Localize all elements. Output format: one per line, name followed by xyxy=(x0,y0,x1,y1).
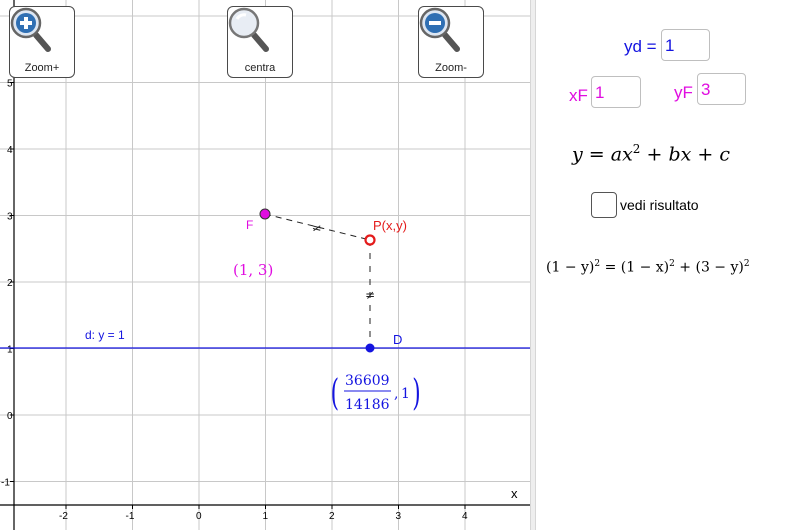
zoom-in-label: Zoom+ xyxy=(24,62,60,74)
yd-input[interactable]: 1 xyxy=(661,29,710,61)
focus-coords: (1, 3) xyxy=(233,261,273,279)
y-tick-label: 1 xyxy=(7,345,13,356)
point-label: P(x,y) xyxy=(373,218,407,233)
y-tick-label: 3 xyxy=(7,212,13,223)
right-panel: yd = 1 xF 1 yF 3 y = ax2 + bx + c vedi r… xyxy=(536,0,809,530)
directrix-point[interactable] xyxy=(365,343,375,353)
directrix-point-coords: ( 36609 14186 , 1 ) xyxy=(331,371,421,413)
fraction-denominator: 14186 xyxy=(345,397,390,413)
y-tick-label: 2 xyxy=(7,278,13,289)
x-tick-label: 1 xyxy=(263,511,269,522)
directrix-label: d: y = 1 xyxy=(85,328,125,342)
x-tick-label: 2 xyxy=(329,511,335,522)
segment-fp-mark: ≠ xyxy=(310,220,323,236)
xf-label: xF xyxy=(569,86,588,105)
x-tick-label: 0 xyxy=(196,511,202,522)
svg-text:,: , xyxy=(394,386,398,402)
show-result-checkbox[interactable] xyxy=(591,192,617,218)
directrix-point-label: D xyxy=(393,332,402,347)
zoom-out-button[interactable]: Zoom- xyxy=(418,6,484,78)
coordinate-grid[interactable]: -2 -1 0 1 2 3 4543210-1 ≠ ≠ F (1, 3) P(x,y) D … xyxy=(0,0,530,530)
xf-input[interactable]: 1 xyxy=(591,76,641,108)
parabola-formula: y = ax2 + bx + c xyxy=(572,142,730,166)
yd-label: yd = xyxy=(624,37,657,56)
x-tick-label: -2 xyxy=(59,511,68,522)
focus-point[interactable] xyxy=(259,208,271,220)
center-button[interactable]: centra xyxy=(227,6,293,78)
zoom-in-icon xyxy=(10,7,51,52)
x-tick-label: -1 xyxy=(126,511,135,522)
segment-pd-mark: ≠ xyxy=(365,288,375,302)
yf-input[interactable]: 3 xyxy=(697,73,746,105)
svg-text:): ) xyxy=(412,371,420,413)
y-tick-label: 4 xyxy=(7,145,13,156)
y-tick-label: 5 xyxy=(7,79,13,90)
svg-text:(: ( xyxy=(331,371,339,413)
y-tick-label: -1 xyxy=(1,478,10,489)
zoom-out-icon xyxy=(419,7,460,52)
y-tick-label: 0 xyxy=(7,411,13,422)
x-tick-label: 3 xyxy=(396,511,402,522)
zoom-out-label: Zoom- xyxy=(435,62,467,74)
magnifier-icon xyxy=(228,7,269,52)
show-result-label: vedi risultato xyxy=(620,197,699,213)
distance-equation: (1 − y)2 = (1 − x)2 + (3 − y)2 xyxy=(546,259,750,276)
zoom-in-button[interactable]: Zoom+ xyxy=(9,6,75,78)
parabola-point[interactable] xyxy=(364,234,376,246)
x-tick-label: 4 xyxy=(462,511,468,522)
fraction-numerator: 36609 xyxy=(345,373,390,389)
graphics-view[interactable]: -2 -1 0 1 2 3 4 5 4 3 2 1 0 -1 ≠ ≠ F (1, 3) P(x,y) D … xyxy=(0,0,530,530)
focus-label: F xyxy=(246,218,253,232)
center-label: centra xyxy=(244,62,276,74)
x-axis-label: x xyxy=(511,486,518,501)
coord-y: 1 xyxy=(401,386,410,402)
yf-label: yF xyxy=(674,83,693,102)
